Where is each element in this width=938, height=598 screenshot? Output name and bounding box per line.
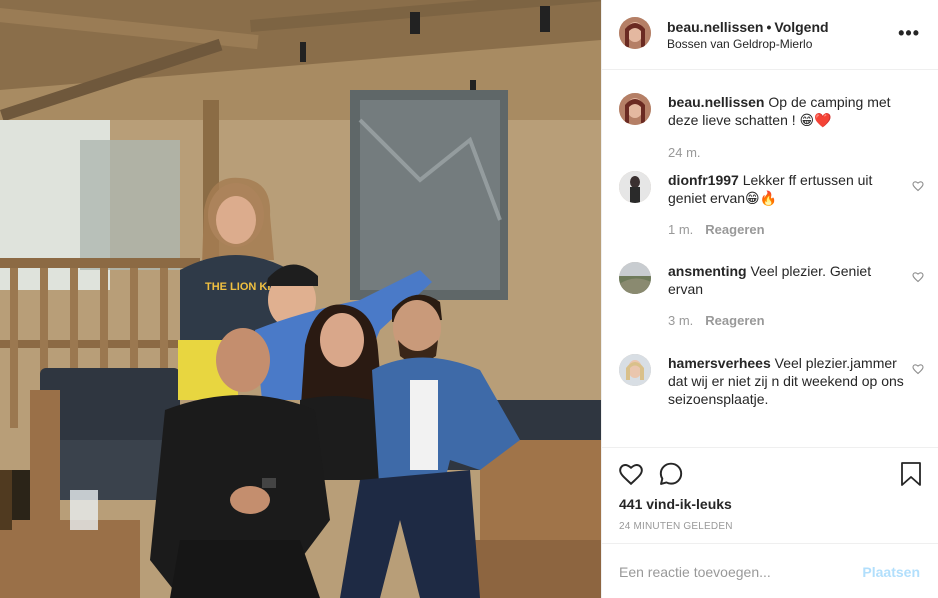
- comment-username[interactable]: ansmenting: [668, 263, 747, 279]
- reply-button[interactable]: Reageren: [705, 222, 764, 237]
- comment-time[interactable]: 24 m.: [668, 145, 701, 160]
- comment-text: ansmenting Veel plezier. Geniet ervan: [668, 262, 906, 298]
- post-header: beau.nellissen • Volgend Bossen van Geldro…: [602, 0, 938, 70]
- comment-meta: 3 m. Reageren: [668, 313, 765, 328]
- avatar[interactable]: [619, 262, 651, 294]
- comment-username[interactable]: dionfr1997: [668, 172, 739, 188]
- post-timestamp[interactable]: 24 MINUTEN GELEDEN: [619, 521, 733, 532]
- like-comment-heart-icon[interactable]: [912, 363, 924, 375]
- avatar[interactable]: [619, 93, 651, 125]
- comment-text: beau.nellissen Op de camping met deze li…: [668, 93, 906, 129]
- follow-status-button[interactable]: Volgend: [774, 19, 828, 35]
- comment-input[interactable]: [619, 562, 849, 582]
- avatar[interactable]: [619, 17, 651, 49]
- avatar[interactable]: [619, 171, 651, 203]
- avatar[interactable]: [619, 354, 651, 386]
- comment-text: hamersverhees Veel plezier.jammer dat wi…: [668, 354, 906, 408]
- bookmark-icon[interactable]: [900, 461, 922, 487]
- like-comment-heart-icon[interactable]: [912, 271, 924, 283]
- post-side-panel: beau.nellissen • Volgend Bossen van Geldro…: [601, 0, 938, 598]
- comment-username[interactable]: hamersverhees: [668, 355, 771, 371]
- header-username-line: beau.nellissen • Volgend: [667, 19, 829, 35]
- post-actions: 441 vind-ik-leuks 24 MINUTEN GELEDEN: [602, 447, 938, 542]
- separator-dot: •: [766, 19, 772, 35]
- like-comment-heart-icon[interactable]: [912, 180, 924, 192]
- comment-meta: 1 m. Reageren: [668, 222, 765, 237]
- add-comment-bar: Plaatsen: [602, 543, 938, 598]
- comment-time[interactable]: 1 m.: [668, 222, 693, 237]
- more-options-icon[interactable]: •••: [898, 23, 920, 44]
- avatar-image: [619, 354, 651, 386]
- comments-list[interactable]: beau.nellissen Op de camping met deze li…: [602, 71, 938, 446]
- avatar-image: [619, 93, 651, 125]
- speech-bubble-icon[interactable]: [658, 461, 684, 487]
- avatar-image: [619, 17, 651, 49]
- heart-icon[interactable]: [618, 461, 644, 487]
- comment-text: dionfr1997 Lekker ff ertussen uit geniet…: [668, 171, 906, 207]
- likes-count[interactable]: 441 vind-ik-leuks: [619, 496, 732, 512]
- header-username[interactable]: beau.nellissen: [667, 19, 763, 35]
- avatar-image: [619, 262, 651, 294]
- post-comment-button[interactable]: Plaatsen: [862, 564, 920, 580]
- avatar-image: [619, 171, 651, 203]
- reply-button[interactable]: Reageren: [705, 313, 764, 328]
- post-photo[interactable]: THE LION KING: [0, 0, 601, 598]
- photo-image: THE LION KING: [0, 0, 601, 598]
- comment-meta: 24 m.: [668, 145, 701, 160]
- post-location[interactable]: Bossen van Geldrop-Mierlo: [667, 37, 812, 51]
- comment-time[interactable]: 3 m.: [668, 313, 693, 328]
- comment-username[interactable]: beau.nellissen: [668, 94, 764, 110]
